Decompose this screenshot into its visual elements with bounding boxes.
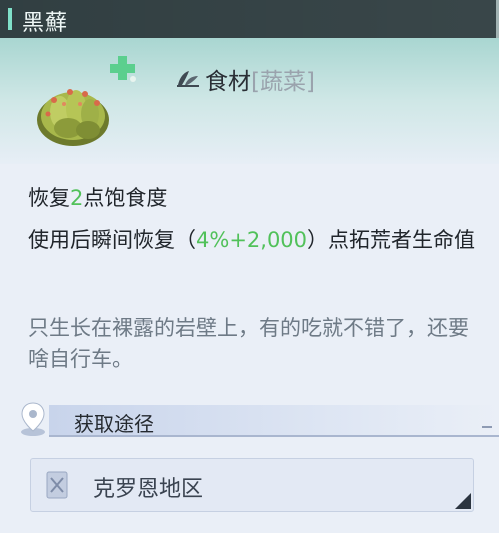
item-title: 黑蘚: [22, 11, 69, 36]
effect2-suffix: ）点拓荒者生命值: [307, 228, 476, 252]
moss-item-icon: [37, 89, 109, 146]
source-header: 获取途径: [16, 399, 499, 439]
food-category-icon: [177, 71, 199, 87]
effect2-value: 4%+2,000: [196, 228, 308, 252]
title-bar: 黑蘚: [0, 0, 499, 38]
effect1-suffix: 点饱食度: [83, 186, 168, 210]
item-category: 食材[蔬菜]: [205, 62, 315, 96]
region-name: 克罗恩地区: [93, 477, 204, 502]
source-title: 获取途径: [74, 412, 154, 436]
flavor-text: 只生长在裸露的岩壁上，有的吃就不错了，还要啥自行车。: [28, 316, 469, 371]
category-label: 食材: [205, 69, 251, 95]
effect2-prefix: 使用后瞬间恢复（: [28, 228, 196, 252]
region-card[interactable]: 克罗恩地区: [30, 458, 474, 512]
card-corner: [455, 493, 471, 509]
title-accent: [8, 8, 12, 30]
effect-satiety: 恢复2点饱食度: [28, 183, 167, 214]
region-map-icon: [46, 471, 68, 499]
source-dash: [482, 426, 492, 428]
effect1-value: 2: [70, 186, 84, 210]
location-pin-icon: [21, 402, 45, 436]
effect1-prefix: 恢复: [28, 186, 70, 210]
category-sub: [蔬菜]: [251, 69, 315, 95]
effect-heal: 使用后瞬间恢复（4%+2,000）点拓荒者生命值: [28, 225, 483, 256]
healing-cross-icon: [110, 56, 136, 82]
